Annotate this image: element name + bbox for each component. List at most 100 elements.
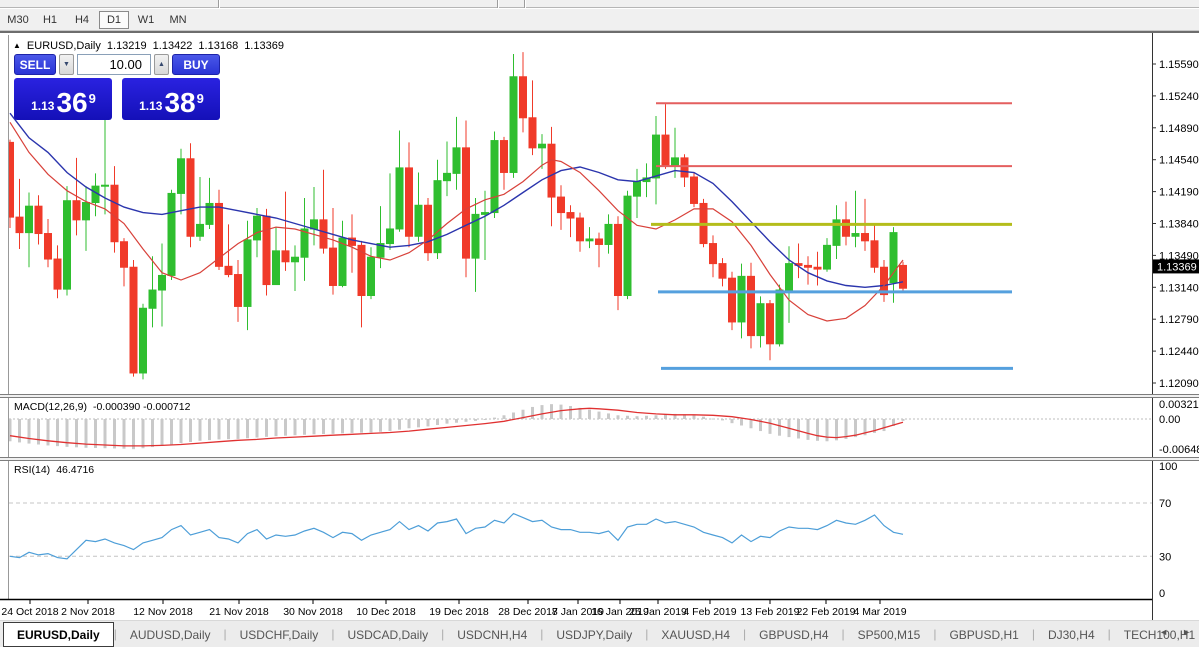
timeframe-button-h1[interactable]: H1 bbox=[35, 11, 65, 29]
candle-body bbox=[443, 172, 451, 182]
candle-body bbox=[528, 117, 537, 149]
candle-body bbox=[338, 237, 347, 286]
timeframe-button-d1[interactable]: D1 bbox=[99, 10, 129, 29]
current-price-label: 1.13369 bbox=[1157, 261, 1197, 273]
macd-histogram-bar bbox=[740, 419, 743, 426]
timeframe-button-w1[interactable]: W1 bbox=[131, 11, 161, 29]
candle-body bbox=[253, 215, 261, 241]
macd-histogram-bar bbox=[616, 415, 620, 419]
macd-histogram-bar bbox=[607, 413, 610, 419]
candle-body bbox=[547, 143, 556, 198]
tab-scroll-left-icon[interactable]: ◄ bbox=[1159, 627, 1168, 637]
candle-body bbox=[785, 263, 793, 291]
macd-histogram-bar bbox=[350, 419, 354, 433]
chart-tab-sp500-m15[interactable]: SP500,M15 bbox=[845, 623, 934, 647]
candle-body bbox=[120, 241, 128, 268]
macd-histogram-bar bbox=[379, 419, 382, 432]
volume-decrease-button[interactable]: ▼ bbox=[59, 54, 74, 75]
ask-price-panel[interactable]: 1.13 38 9 bbox=[122, 78, 220, 120]
macd-histogram-bar bbox=[189, 419, 192, 442]
macd-histogram-bar bbox=[483, 419, 487, 420]
date-label: 19 Dec 2018 bbox=[429, 606, 489, 618]
rsi-value: 46.4716 bbox=[56, 464, 95, 476]
bid-price-big: 36 bbox=[56, 87, 88, 118]
price-tick-label: 1.15240 bbox=[1159, 91, 1199, 103]
candle-body bbox=[633, 181, 641, 197]
chart-tab-usdcnh-h4[interactable]: USDCNH,H4 bbox=[444, 623, 540, 647]
volume-input[interactable]: 10.00 bbox=[77, 54, 151, 75]
candle-body bbox=[243, 239, 252, 307]
candle-body bbox=[224, 265, 233, 276]
candle-body bbox=[538, 143, 546, 149]
candle-body bbox=[576, 217, 584, 242]
macd-histogram-bar bbox=[388, 419, 392, 432]
macd-histogram-bar bbox=[227, 419, 230, 440]
macd-histogram-bar bbox=[711, 418, 715, 420]
price-tick-label: 1.14190 bbox=[1159, 187, 1199, 199]
price-tick-label: 1.12790 bbox=[1159, 314, 1199, 326]
main-toolbar-strip bbox=[0, 0, 1199, 8]
timeframe-button-m30[interactable]: M30 bbox=[3, 11, 33, 29]
candle-body bbox=[101, 184, 109, 187]
date-label: 13 Feb 2019 bbox=[741, 606, 800, 618]
chart-tab-usdjpy-daily[interactable]: USDJPY,Daily bbox=[543, 623, 645, 647]
macd-histogram-bar bbox=[236, 419, 240, 439]
macd-histogram-bar bbox=[113, 419, 116, 449]
candle-body bbox=[53, 258, 62, 290]
macd-histogram-bar bbox=[284, 419, 287, 436]
candle-body bbox=[813, 266, 822, 270]
chart-tab-eurusd-daily[interactable]: EURUSD,Daily bbox=[3, 622, 114, 647]
candle-body bbox=[842, 219, 850, 237]
candle-body bbox=[680, 157, 689, 178]
candle-body bbox=[196, 223, 204, 237]
chart-tab-audusd-daily[interactable]: AUDUSD,Daily bbox=[117, 623, 224, 647]
candle-body bbox=[728, 277, 736, 323]
candle-body bbox=[158, 274, 166, 291]
timeframe-button-mn[interactable]: MN bbox=[163, 11, 193, 29]
time-axis[interactable]: 24 Oct 2018 2 Nov 2018 12 Nov 2018 21 Nov 2… bbox=[0, 598, 1152, 619]
candle-body bbox=[234, 274, 242, 307]
candle-body bbox=[452, 147, 461, 174]
candle-body bbox=[405, 167, 413, 237]
macd-histogram-bar bbox=[274, 419, 278, 437]
rsi-tick-label: 30 bbox=[1159, 551, 1171, 563]
candle-body bbox=[509, 76, 518, 173]
macd-histogram-bar bbox=[464, 419, 468, 422]
chart-tab-xauusd-h4[interactable]: XAUUSD,H4 bbox=[648, 623, 743, 647]
timeframe-button-h4[interactable]: H4 bbox=[67, 11, 97, 29]
candle-body bbox=[604, 223, 613, 245]
chart-tab-bar: EURUSD,Daily | AUDUSD,Daily | USDCHF,Daily | U… bbox=[0, 620, 1199, 647]
rsi-tick-label: 100 bbox=[1159, 461, 1177, 473]
buy-button[interactable]: BUY bbox=[172, 54, 220, 75]
candle-body bbox=[690, 176, 698, 204]
macd-histogram-bar bbox=[436, 419, 439, 426]
chart-canvas[interactable]: 1.15590 1.15240 1.14890 1.14540 1.14190 1.138… bbox=[0, 33, 1199, 622]
sell-button[interactable]: SELL bbox=[14, 54, 56, 75]
macd-values: -0.000390 -0.000712 bbox=[92, 401, 191, 413]
date-label: 10 Dec 2018 bbox=[356, 606, 416, 618]
macd-histogram-bar bbox=[293, 419, 297, 436]
chart-tab-usdchf-daily[interactable]: USDCHF,Daily bbox=[227, 623, 332, 647]
chart-tab-gbpusd-h1[interactable]: GBPUSD,H1 bbox=[936, 623, 1031, 647]
candle-body bbox=[623, 195, 632, 297]
candle-body bbox=[262, 215, 271, 286]
chart-window[interactable]: 1.15590 1.15240 1.14890 1.14540 1.14190 1.138… bbox=[0, 31, 1199, 622]
macd-histogram-bar bbox=[132, 419, 135, 450]
chart-tab-gbpusd-h4[interactable]: GBPUSD,H4 bbox=[746, 623, 841, 647]
chart-tab-dj30-h4[interactable]: DJ30,H4 bbox=[1035, 623, 1108, 647]
chart-tab-usdcad-daily[interactable]: USDCAD,Daily bbox=[334, 623, 441, 647]
candle-body bbox=[281, 250, 290, 263]
rsi-pane[interactable] bbox=[9, 502, 1152, 560]
macd-histogram-bar bbox=[369, 419, 373, 433]
price-tick-label: 1.14540 bbox=[1159, 155, 1199, 167]
candle-body bbox=[462, 147, 470, 259]
price-tick-label: 1.15590 bbox=[1159, 59, 1199, 71]
volume-increase-button[interactable]: ▲ bbox=[154, 54, 169, 75]
candle-body bbox=[82, 202, 90, 221]
price-axis[interactable]: 1.15590 1.15240 1.14890 1.14540 1.14190 1.138… bbox=[1152, 59, 1199, 600]
bid-price-panel[interactable]: 1.13 36 9 bbox=[14, 78, 112, 120]
macd-histogram-bar bbox=[597, 411, 601, 419]
macd-histogram-bar bbox=[588, 409, 591, 419]
tab-scroll-right-icon[interactable]: ► bbox=[1182, 627, 1191, 637]
collapse-icon[interactable]: ▲ bbox=[13, 41, 21, 50]
